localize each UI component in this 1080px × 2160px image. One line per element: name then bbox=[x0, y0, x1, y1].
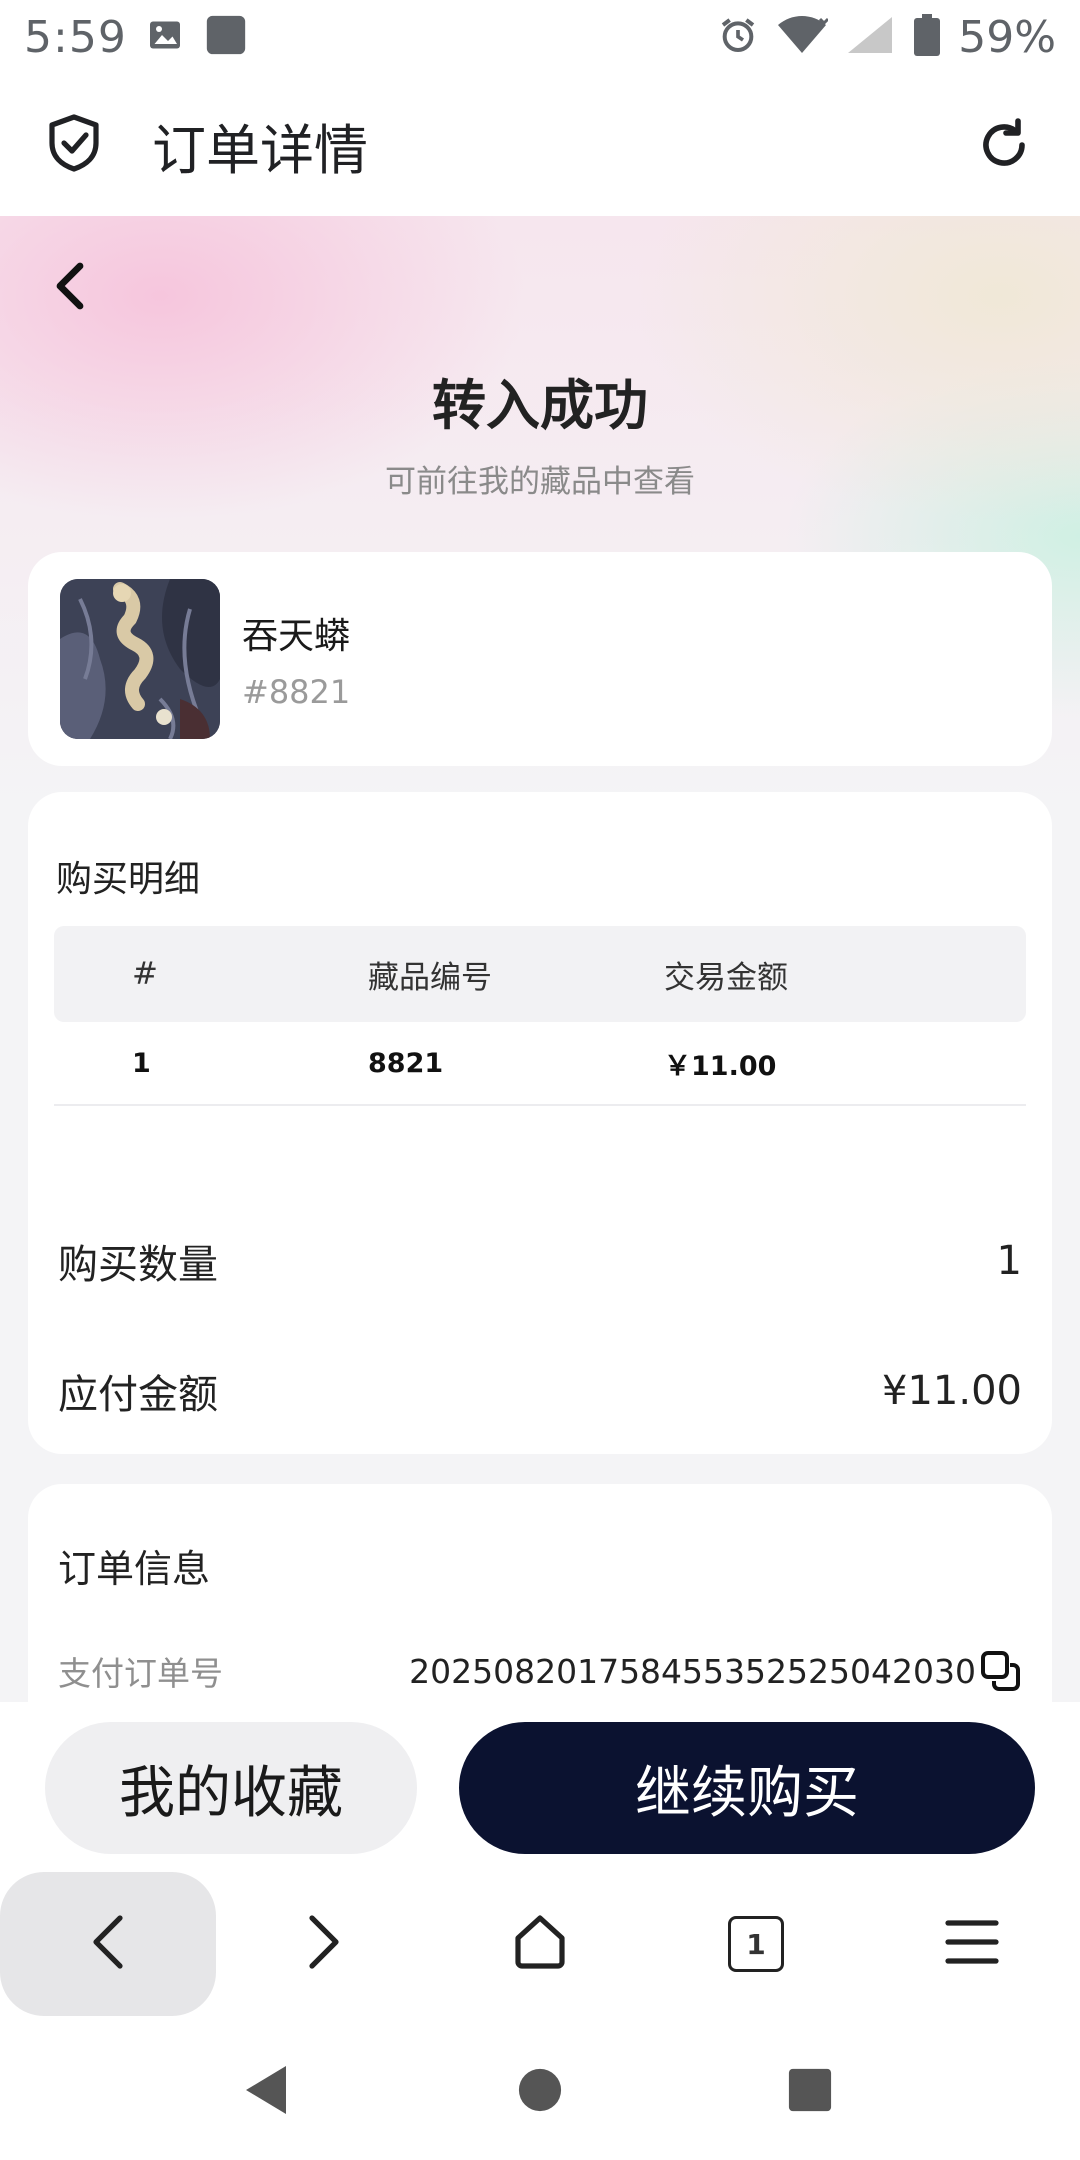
payable-row: 应付金额 ¥11.00 bbox=[58, 1362, 1022, 1420]
action-bar: 我的收藏 继续购买 bbox=[0, 1702, 1080, 1868]
summary-card: 购买数量 1 应付金额 ¥11.00 bbox=[28, 1174, 1052, 1454]
back-arrow-icon[interactable] bbox=[42, 256, 102, 316]
battery-percent: 59% bbox=[958, 11, 1056, 63]
status-bar: 5:59 59% bbox=[0, 0, 1080, 74]
browser-nav-bar: 1 bbox=[0, 1868, 1080, 2020]
quantity-label: 购买数量 bbox=[58, 1242, 218, 1288]
browser-menu-button[interactable] bbox=[864, 1872, 1080, 2016]
forward-icon bbox=[304, 1912, 344, 1976]
alarm-icon bbox=[718, 15, 758, 59]
payable-label: 应付金额 bbox=[58, 1372, 218, 1418]
browser-title-bar: 订单详情 bbox=[0, 74, 1080, 216]
cell-amount: ￥11.00 bbox=[664, 1050, 777, 1082]
quantity-row: 购买数量 1 bbox=[58, 1232, 1022, 1290]
column-header-amount: 交易金额 bbox=[664, 959, 788, 996]
system-nav-bar bbox=[0, 2020, 1080, 2160]
purchase-detail-table: # 藏品编号 交易金额 1 8821 ￥11.00 bbox=[54, 926, 1026, 1106]
wifi-icon bbox=[776, 15, 830, 59]
image-icon bbox=[147, 17, 183, 57]
success-title: 转入成功 bbox=[432, 374, 648, 437]
table-header: # 藏品编号 交易金额 bbox=[54, 926, 1026, 1022]
page-title: 订单详情 bbox=[152, 118, 368, 182]
table-row: 1 8821 ￥11.00 bbox=[54, 1022, 1026, 1106]
status-time: 5:59 bbox=[24, 11, 127, 63]
back-icon bbox=[88, 1912, 128, 1976]
browser-home-button[interactable] bbox=[432, 1872, 648, 2016]
pay-order-value: 202508201758455352525042030 bbox=[409, 1651, 976, 1691]
success-subtitle: 可前往我的藏品中查看 bbox=[385, 464, 695, 500]
product-thumbnail bbox=[60, 579, 220, 739]
battery-icon bbox=[914, 14, 941, 60]
quantity-value: 1 bbox=[996, 1238, 1022, 1284]
product-name: 吞天蟒 bbox=[242, 616, 351, 657]
payable-value: ¥11.00 bbox=[882, 1368, 1022, 1414]
purchase-detail-heading: 购买明细 bbox=[56, 859, 201, 900]
system-recents-icon[interactable] bbox=[780, 2060, 840, 2120]
tabs-icon: 1 bbox=[728, 1916, 784, 1972]
browser-back-button[interactable] bbox=[0, 1872, 216, 2016]
refresh-icon[interactable] bbox=[974, 115, 1034, 175]
system-home-icon[interactable] bbox=[510, 2060, 570, 2120]
my-collection-button[interactable]: 我的收藏 bbox=[45, 1722, 417, 1854]
product-info: 吞天蟒 #8821 bbox=[242, 607, 350, 711]
menu-icon bbox=[944, 1917, 1000, 1971]
continue-buy-button[interactable]: 继续购买 bbox=[459, 1722, 1035, 1854]
page-content: 转入成功 可前往我的藏品中查看 吞天蟒 #8821 购买明细 # 藏品编号 交易… bbox=[0, 216, 1080, 1702]
product-card[interactable]: 吞天蟒 #8821 bbox=[28, 552, 1052, 766]
order-info-heading: 订单信息 bbox=[58, 1547, 211, 1591]
column-header-index: # bbox=[132, 956, 158, 992]
cell-index: 1 bbox=[132, 1047, 151, 1079]
column-header-item-no: 藏品编号 bbox=[368, 959, 492, 996]
system-back-icon[interactable] bbox=[236, 2060, 296, 2120]
pay-order-row: 支付订单号 202508201758455352525042030 bbox=[58, 1647, 1022, 1695]
pay-order-label: 支付订单号 bbox=[58, 1654, 223, 1693]
app-square-icon bbox=[203, 12, 249, 62]
home-icon bbox=[510, 1912, 570, 1976]
tab-count: 1 bbox=[746, 1927, 766, 1961]
order-info-card: 订单信息 支付订单号 202508201758455352525042030 bbox=[28, 1484, 1052, 1702]
copy-icon[interactable] bbox=[980, 1650, 1022, 1692]
product-serial: #8821 bbox=[242, 673, 351, 711]
browser-tabs-button[interactable]: 1 bbox=[648, 1872, 864, 2016]
cell-item-no: 8821 bbox=[368, 1047, 444, 1079]
signal-icon bbox=[846, 15, 896, 59]
shield-check-icon[interactable] bbox=[46, 113, 102, 177]
browser-forward-button[interactable] bbox=[216, 1872, 432, 2016]
